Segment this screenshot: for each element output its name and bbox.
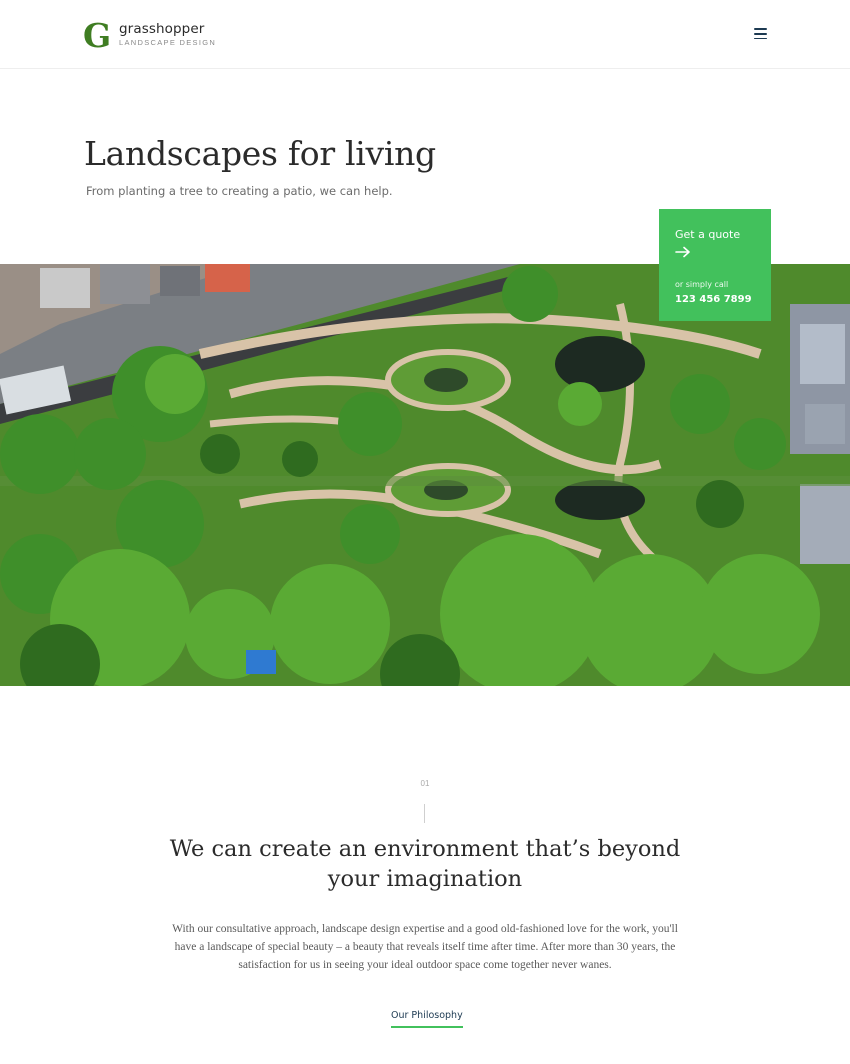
section-number: 01 [420, 779, 430, 788]
section-title: We can create an environment that’s beyo… [169, 836, 681, 892]
phone-number[interactable]: 123 456 7899 [675, 294, 752, 305]
menu-bar [753, 28, 767, 30]
section-divider [424, 804, 425, 823]
get-quote-card[interactable]: Get a quote or simply call 123 456 7899 [659, 209, 771, 321]
hero-aerial-image [0, 264, 850, 686]
arrow-right-icon [675, 246, 690, 258]
brand-logo[interactable]: G grasshopper LANDSCAPE DESIGN [82, 18, 216, 50]
logo-text: grasshopper LANDSCAPE DESIGN [119, 21, 216, 48]
hamburger-menu-icon[interactable] [752, 28, 768, 42]
brand-name: grasshopper [119, 20, 205, 37]
get-quote-label: Get a quote [675, 228, 741, 241]
brand-tagline: LANDSCAPE DESIGN [119, 37, 217, 47]
menu-bar [753, 32, 767, 35]
site-header: G grasshopper LANDSCAPE DESIGN [0, 0, 850, 69]
call-label: or simply call [675, 280, 729, 289]
hero-title: Landscapes for living [84, 134, 436, 173]
hero-subtitle: From planting a tree to creating a patio… [86, 184, 393, 198]
menu-bar [753, 37, 767, 40]
section-body: With our consultative approach, landscap… [172, 923, 678, 971]
aerial-garden-illustration [0, 264, 850, 686]
svg-text:G: G [83, 18, 111, 50]
our-philosophy-link[interactable]: Our Philosophy [391, 1010, 463, 1028]
logo-g-icon: G [83, 18, 111, 50]
